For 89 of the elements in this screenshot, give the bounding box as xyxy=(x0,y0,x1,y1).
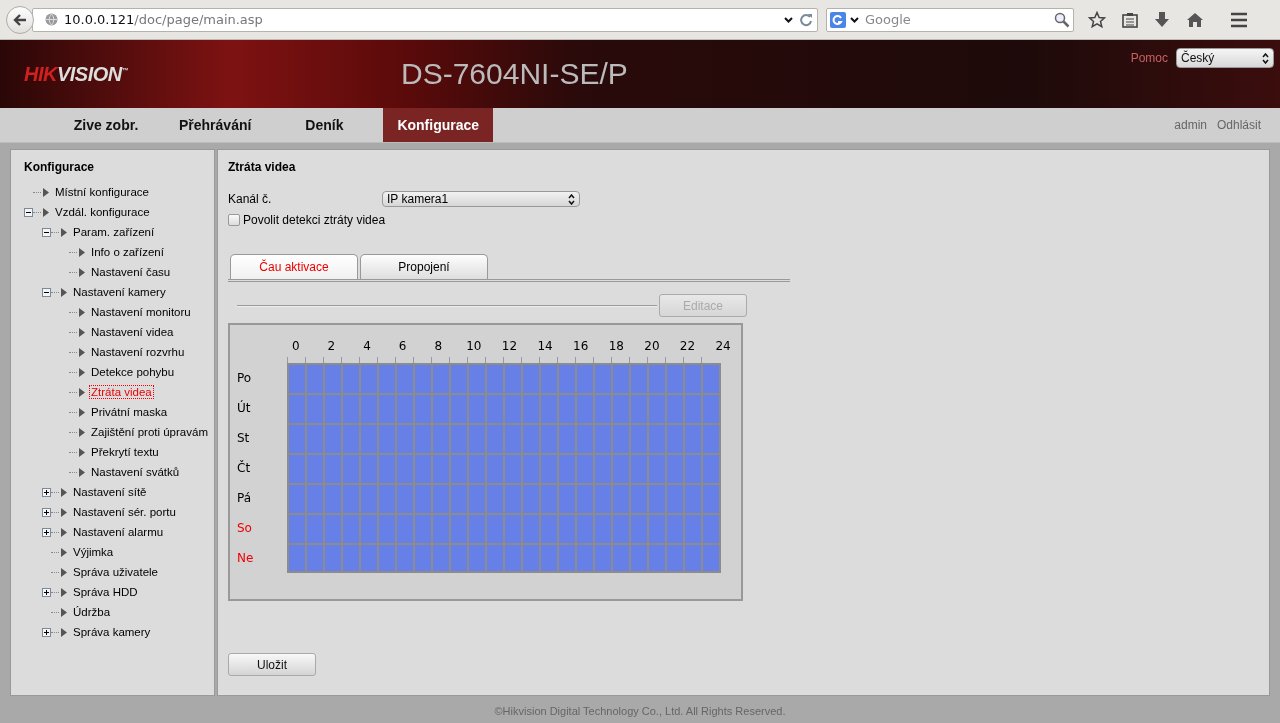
globe-icon xyxy=(45,13,58,26)
search-bar[interactable]: Google xyxy=(826,7,1074,32)
expand-icon[interactable] xyxy=(42,487,51,497)
user-name: admin xyxy=(1174,118,1207,132)
back-arrow-icon xyxy=(13,12,27,27)
tree-item[interactable]: Nastavení sér. portu xyxy=(71,505,178,519)
triangle-icon xyxy=(61,287,67,297)
day-label: Po xyxy=(236,371,253,385)
hour-label: 14 xyxy=(536,339,554,353)
help-link[interactable]: Pomoc xyxy=(1130,51,1168,65)
tree-item[interactable]: Detekce pohybu xyxy=(89,365,177,379)
tab[interactable]: Propojení xyxy=(360,254,488,279)
tree-item[interactable]: Překrytí textu xyxy=(89,445,161,459)
clipboard-icon[interactable] xyxy=(1122,11,1138,28)
tree-item[interactable]: Nastavení sítě xyxy=(71,485,149,499)
tree-item[interactable]: Nastavení monitoru xyxy=(89,305,193,319)
caret-icon[interactable] xyxy=(784,16,793,23)
url-field[interactable]: 10.0.0.121/doc/page/main.asp xyxy=(32,7,818,32)
nav-tab[interactable]: Přehrávání xyxy=(165,108,266,142)
back-button[interactable] xyxy=(6,5,34,34)
tree-item[interactable]: Vzdál. konfigurace xyxy=(53,205,152,219)
checkbox-label: Povolit detekci ztráty videa xyxy=(243,213,386,227)
expand-icon[interactable] xyxy=(42,627,51,637)
expand-icon[interactable] xyxy=(42,587,51,597)
tree-item[interactable]: Nastavení času xyxy=(89,265,173,279)
hour-label: 20 xyxy=(643,339,661,353)
tree-item[interactable]: Privátní maska xyxy=(89,405,170,419)
sidebar-title: Konfigurace xyxy=(24,160,95,174)
nav-tab[interactable]: Zive zobr. xyxy=(57,108,155,142)
hour-label: 4 xyxy=(362,339,372,353)
star-icon[interactable] xyxy=(1088,10,1106,29)
collapse-icon[interactable] xyxy=(42,287,51,297)
reload-icon[interactable] xyxy=(799,12,813,27)
tree-item[interactable]: Správa kamery xyxy=(71,625,153,639)
language-select[interactable]: Český xyxy=(1176,48,1274,68)
collapse-icon[interactable] xyxy=(42,227,51,237)
triangle-icon xyxy=(61,227,67,237)
tree-item[interactable]: Výjimka xyxy=(71,545,116,559)
day-label: So xyxy=(236,521,253,535)
hour-label: 16 xyxy=(572,339,590,353)
hour-label: 12 xyxy=(500,339,519,353)
hour-label: 0 xyxy=(291,339,301,353)
hour-label: 24 xyxy=(714,339,732,353)
checkbox[interactable] xyxy=(228,214,240,226)
tree-item[interactable]: Místní konfigurace xyxy=(53,185,151,199)
caret-icon[interactable] xyxy=(850,16,859,23)
home-icon[interactable] xyxy=(1186,11,1204,28)
tree-item[interactable]: Správa HDD xyxy=(71,585,140,599)
download-icon[interactable] xyxy=(1154,10,1170,29)
tree-item[interactable]: Nastavení svátků xyxy=(89,465,182,479)
hour-label: 8 xyxy=(433,339,444,353)
search-engine-icon[interactable] xyxy=(830,11,846,28)
tree-item[interactable]: Nastavení videa xyxy=(89,325,176,339)
day-label: St xyxy=(236,431,251,445)
day-label: Čt xyxy=(236,461,252,475)
page-title: Ztráta videa xyxy=(228,160,297,174)
hour-label: 18 xyxy=(607,339,625,353)
day-label: Ne xyxy=(236,551,255,565)
tree-item[interactable]: Param. zařízení xyxy=(71,225,157,239)
tree-item[interactable]: Údržba xyxy=(71,605,113,619)
hour-label: 6 xyxy=(397,339,408,353)
device-model-title: DS-7604NI-SE/P xyxy=(401,57,628,91)
nav-tab[interactable]: Deník xyxy=(275,108,374,142)
search-icon[interactable] xyxy=(1054,11,1070,28)
day-label: Út xyxy=(236,401,252,415)
collapse-icon[interactable] xyxy=(24,207,33,217)
tree-item[interactable]: Info o zařízení xyxy=(89,245,166,259)
tree-item[interactable]: Nastavení rozvrhu xyxy=(89,345,187,359)
tab[interactable]: Čau aktivace xyxy=(230,254,358,279)
expand-icon[interactable] xyxy=(42,507,51,517)
channel-label: Kanál č. xyxy=(228,192,273,206)
updown-arrows-icon xyxy=(568,193,575,205)
menu-icon[interactable] xyxy=(1230,11,1248,28)
tree-item[interactable]: Nastavení kamery xyxy=(71,285,168,299)
save-button[interactable]: Uložit xyxy=(228,653,316,676)
nav-tab[interactable]: Konfigurace xyxy=(383,108,494,142)
hour-label: 10 xyxy=(465,339,483,353)
hour-label: 22 xyxy=(678,339,697,353)
updown-arrows-icon xyxy=(1262,52,1269,64)
hour-label: 2 xyxy=(326,339,337,353)
channel-select[interactable]: IP kamera1 xyxy=(382,191,580,207)
brand-logo: HIKVISION$^{™}$ xyxy=(24,62,130,86)
logout-link[interactable]: Odhlásit xyxy=(1216,118,1261,132)
copyright-text: ©Hikvision Digital Technology Co., Ltd. All Rights Reserved. xyxy=(493,704,787,719)
expand-icon[interactable] xyxy=(42,527,51,537)
tree-item[interactable]: Správa uživatele xyxy=(71,565,161,579)
day-label: Pá xyxy=(236,491,253,505)
tree-item[interactable]: Nastavení alarmu xyxy=(71,525,166,539)
tree-item[interactable]: Zajištění proti úpravám xyxy=(89,425,210,439)
